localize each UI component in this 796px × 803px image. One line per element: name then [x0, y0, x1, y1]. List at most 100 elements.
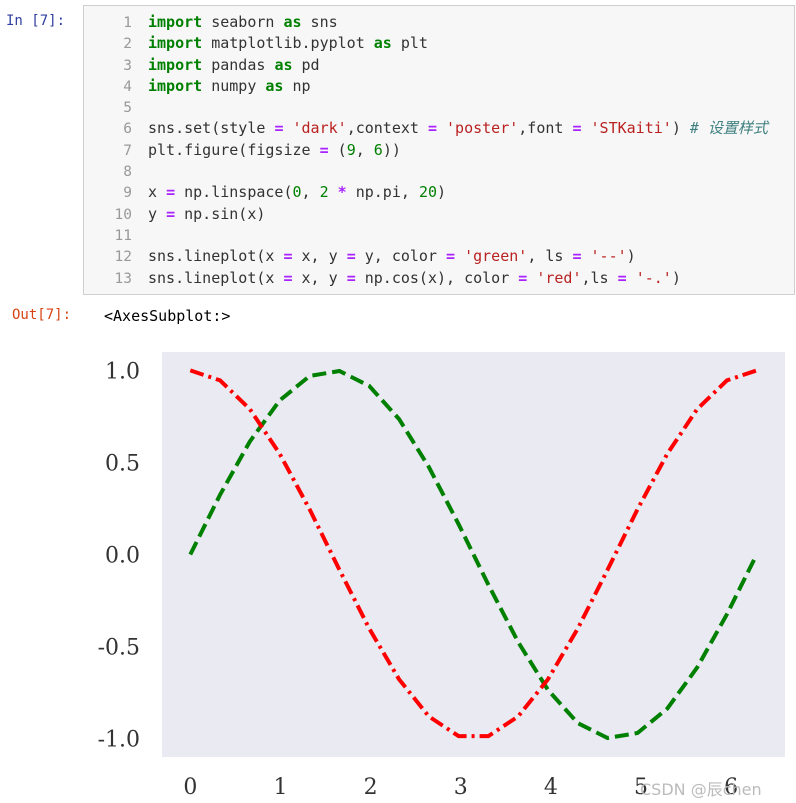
- watermark: CSDN @辰chen: [640, 780, 762, 799]
- code-token: 'STKaiti': [590, 119, 672, 138]
- code-token: import: [148, 76, 203, 95]
- code-token: =: [446, 247, 456, 266]
- code-line: 11: [84, 225, 794, 246]
- code-token: y, color: [355, 247, 447, 266]
- code-token: # 设置样式: [689, 119, 768, 138]
- code-token: y: [148, 204, 167, 223]
- code-token: =: [572, 247, 582, 266]
- code-token: numpy: [202, 76, 266, 95]
- code-line: 6 sns.set(style = 'dark',context = 'poste…: [84, 118, 794, 139]
- code-token: (: [328, 140, 347, 159]
- in-prompt: In [7]:: [6, 13, 66, 29]
- line-chart: 1.00.50.0-0.5-1.00 1 2 3 4 5 6: [98, 352, 785, 800]
- code-token: ,font: [518, 119, 573, 138]
- x-tick-label: 4: [544, 775, 558, 800]
- code-token: =: [572, 119, 582, 138]
- code-token: =: [346, 268, 356, 287]
- plot-area: [162, 352, 785, 757]
- code-line: 12 sns.lineplot(x = x, y = y, color = 'gr…: [84, 246, 794, 267]
- code-token: x: [148, 183, 167, 202]
- line-number: 11: [114, 227, 132, 244]
- x-tick-label: 1: [273, 775, 287, 800]
- code-token: pandas: [202, 55, 275, 74]
- code-line: 3 import pandas as pd: [84, 55, 794, 76]
- x-tick-label: 0: [183, 775, 197, 800]
- code-token: np.cos(x), color: [355, 268, 519, 287]
- code-token: as: [265, 76, 284, 95]
- line-number: 13: [114, 270, 132, 287]
- line-number: 5: [123, 100, 132, 117]
- code-line: 4 import numpy as np: [84, 76, 794, 97]
- line-number: 6: [123, 121, 132, 138]
- code-token: =: [283, 268, 293, 287]
- line-number: 12: [114, 249, 132, 266]
- code-token: =: [346, 247, 356, 266]
- code-line: 1 import seaborn as sns: [84, 12, 794, 33]
- code-token: ,context: [346, 119, 428, 138]
- code-token: =: [518, 268, 528, 287]
- code-token: import: [148, 55, 203, 74]
- code-token: plt: [391, 34, 428, 53]
- code-token: 0: [292, 183, 302, 202]
- code-token: as: [283, 13, 302, 31]
- code-line: 13 sns.lineplot(x = x, y = np.cos(x), col…: [84, 268, 794, 289]
- code-token: 'dark': [292, 119, 347, 138]
- code-token: 6: [373, 140, 383, 159]
- y-tick-label: 0.5: [105, 451, 140, 476]
- code-token: '--': [590, 247, 627, 266]
- code-line: 10 y = np.sin(x): [84, 204, 794, 225]
- x-tick-label: 3: [454, 775, 468, 800]
- line-number: 9: [123, 185, 132, 202]
- y-tick-label: -1.0: [98, 728, 140, 753]
- code-token: sns.lineplot(x: [148, 268, 284, 287]
- code-token: ): [626, 247, 636, 266]
- code-token: 'green': [464, 247, 528, 266]
- code-token: '-.': [635, 268, 672, 287]
- code-line: 5: [84, 97, 794, 118]
- code-token: 'red': [536, 268, 582, 287]
- code-token: matplotlib.pyplot: [202, 34, 374, 53]
- line-number: 4: [123, 78, 132, 95]
- code-token: x, y: [292, 247, 347, 266]
- code-token: =: [166, 183, 176, 202]
- y-tick-label: 1.0: [105, 359, 140, 384]
- code-token: , ls: [527, 247, 573, 266]
- code-token: 9: [346, 140, 356, 159]
- code-token: =: [166, 204, 176, 223]
- line-number: 3: [123, 57, 132, 74]
- code-token: ): [671, 268, 681, 287]
- line-number: 2: [123, 36, 132, 53]
- output-text: <AxesSubplot:>: [104, 307, 231, 325]
- code-token: sns.set(style: [148, 119, 275, 138]
- code-token: ,: [301, 183, 320, 202]
- code-token: sns: [301, 13, 338, 31]
- out-prompt: Out[7]:: [12, 307, 72, 323]
- code-token: as: [373, 34, 392, 53]
- code-token: np: [283, 76, 311, 95]
- code-cell[interactable]: 1 import seaborn as sns 2 import matplotlib…: [83, 5, 795, 295]
- code-token: np.pi,: [346, 183, 419, 202]
- line-number: 10: [114, 206, 132, 223]
- code-token: ): [437, 183, 447, 202]
- code-token: plt.figure(figsize: [148, 140, 320, 159]
- code-token: import: [148, 13, 203, 31]
- line-number: 1: [123, 15, 132, 31]
- line-number: 7: [123, 142, 132, 159]
- code-token: 2: [319, 183, 329, 202]
- code-token: =: [427, 119, 437, 138]
- line-number: 8: [123, 164, 132, 181]
- code-token: =: [617, 268, 627, 287]
- y-tick-label: 0.0: [105, 544, 140, 569]
- code-token: import: [148, 34, 203, 53]
- code-token: 20: [418, 183, 437, 202]
- code-line: 2 import matplotlib.pyplot as plt: [84, 33, 794, 54]
- code-token: pd: [292, 55, 320, 74]
- y-tick-label: -0.5: [98, 636, 140, 661]
- x-tick-label: 2: [364, 775, 378, 800]
